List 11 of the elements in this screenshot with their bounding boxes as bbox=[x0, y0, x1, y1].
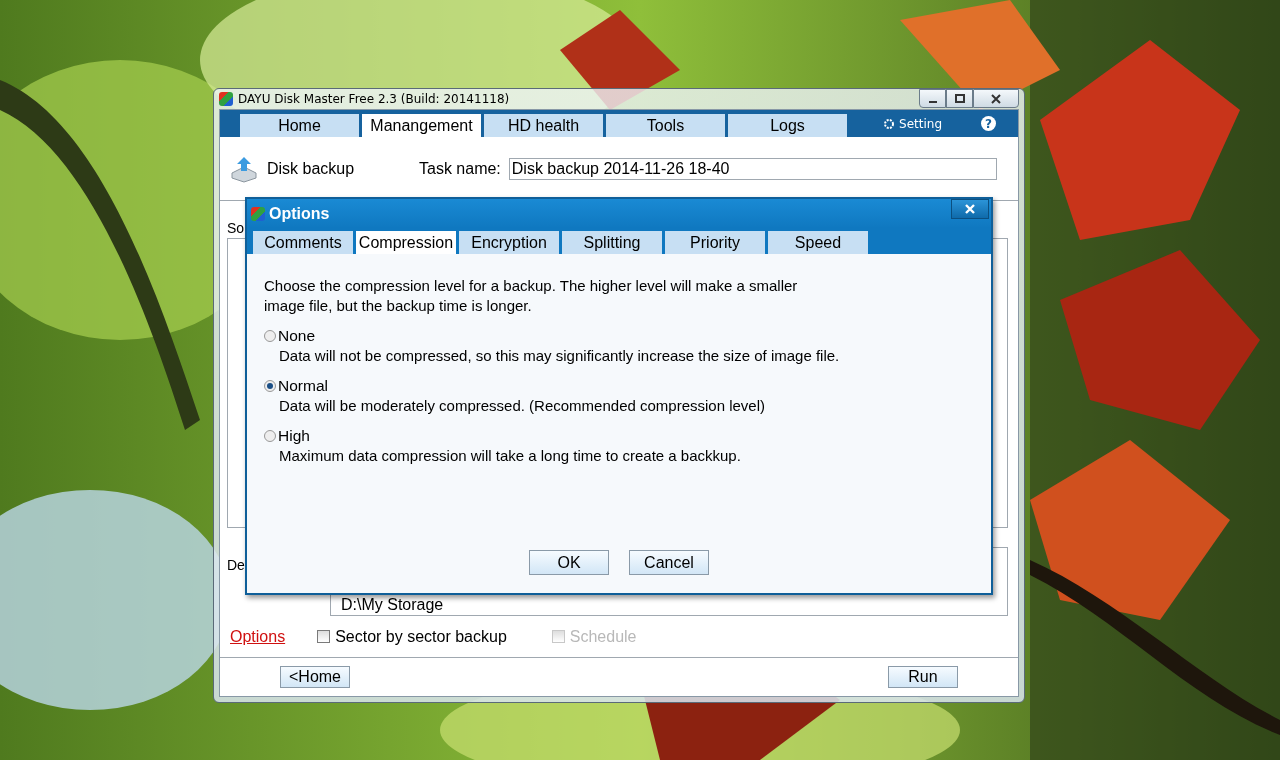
option-description: Maximum data compression will take a long time to create a backkup. bbox=[279, 446, 742, 466]
window-title: DAYU Disk Master Free 2.3 (Build: 20141118) bbox=[238, 92, 510, 106]
source-label: So bbox=[227, 220, 245, 238]
dialog-title: Options bbox=[269, 204, 330, 223]
destination-label: De bbox=[227, 557, 246, 575]
option-description: Data will not be compressed, so this may significantly increase the size of image file. bbox=[279, 346, 841, 366]
task-name-label: Task name: bbox=[419, 159, 501, 178]
option-description: Data will be moderately compressed. (Recommended compression level) bbox=[279, 396, 767, 416]
description-text: Choose the compression level for a backup. The higher level will make a smaller bbox=[264, 276, 799, 296]
description-text: image file, but the backup time is longer. bbox=[264, 296, 533, 316]
section-title: Disk backup bbox=[267, 159, 356, 178]
